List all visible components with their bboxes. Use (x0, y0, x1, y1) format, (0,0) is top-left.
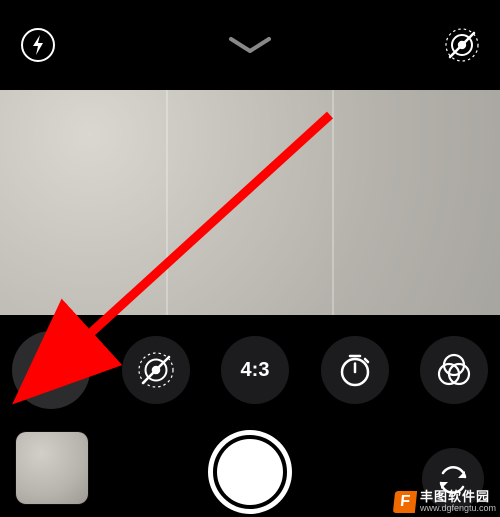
aspect-ratio-button[interactable]: 4:3 (221, 336, 289, 404)
live-photo-toggle-top[interactable] (442, 25, 482, 65)
aspect-ratio-label: 4:3 (241, 359, 270, 382)
camera-controls-row: 4:3 (0, 325, 500, 415)
last-photo-thumbnail[interactable] (16, 432, 88, 504)
watermark: F 丰图软件园 www.dgfengtu.com (394, 490, 496, 513)
filters-control-button[interactable] (420, 336, 488, 404)
expand-controls-button[interactable] (223, 31, 277, 59)
timer-icon (336, 351, 374, 389)
watermark-url: www.dgfengtu.com (420, 504, 496, 513)
live-photo-off-icon (443, 26, 481, 64)
live-photo-off-icon (136, 350, 176, 390)
watermark-badge-letter: F (399, 493, 411, 511)
flash-control-button[interactable] (12, 331, 90, 409)
camera-viewfinder[interactable] (0, 90, 500, 315)
flash-icon (34, 348, 68, 392)
live-photo-control-button[interactable] (122, 336, 190, 404)
shutter-button[interactable] (208, 430, 292, 514)
flash-toggle-top[interactable] (18, 25, 58, 65)
flash-icon (20, 27, 56, 63)
watermark-title: 丰图软件园 (420, 490, 496, 503)
shutter-inner (217, 439, 283, 505)
chevron-down-icon (223, 31, 277, 59)
watermark-badge: F (393, 491, 417, 513)
filters-icon (434, 350, 474, 390)
top-bar (0, 0, 500, 90)
timer-control-button[interactable] (321, 336, 389, 404)
